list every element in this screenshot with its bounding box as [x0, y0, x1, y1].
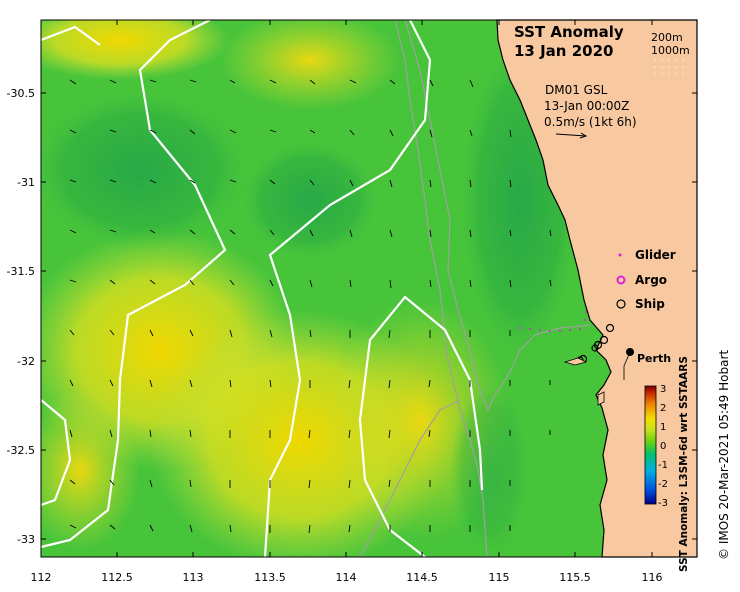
x-tick-115.5: 115.5	[559, 571, 591, 584]
depth-label-1000m: 1000m	[651, 44, 690, 57]
y-tick-minus-32: -32	[17, 355, 35, 368]
x-tick-112.5: 112.5	[101, 571, 133, 584]
x-tick-116: 116	[642, 571, 663, 584]
x-tick-114.5: 114.5	[406, 571, 438, 584]
colorbar-tick-minus-3: -3	[658, 498, 668, 509]
colorbar-tick-0: 0	[660, 441, 666, 452]
current-scale-label: 0.5m/s (1kt 6h)	[544, 115, 637, 129]
x-tick-115: 115	[489, 571, 510, 584]
colorbar-tick-minus-1: -1	[658, 460, 668, 471]
x-tick-112: 112	[31, 571, 52, 584]
legend-glider-label: Glider	[635, 248, 676, 262]
y-tick-minus-32.5: -32.5	[7, 444, 35, 457]
y-tick-minus-31: -31	[17, 176, 35, 189]
legend-argo-label: Argo	[635, 273, 667, 287]
colorbar-title: SST Anomaly: L3SM-6d wrt SSTAARS	[678, 356, 690, 572]
x-tick-113: 113	[183, 571, 204, 584]
y-tick-minus-31.5: -31.5	[7, 265, 35, 278]
depth-label-200m: 200m	[651, 31, 683, 44]
legend-ship-label: Ship	[635, 297, 665, 311]
colorbar-tick-2: 2	[660, 403, 666, 414]
colorbar-tick-1: 1	[660, 422, 666, 433]
map-date: 13 Jan 2020	[514, 42, 613, 60]
credit-text: © IMOS 20-Mar-2021 05:49 Hobart	[717, 350, 731, 560]
sst-anomaly-map: Perth SST Anomaly 13 Jan 2020 200m 1000m…	[7, 19, 731, 584]
colorbar-tick-minus-2: -2	[658, 479, 668, 490]
current-model-label: DM01 GSL	[545, 83, 608, 97]
perth-label: Perth	[637, 352, 671, 365]
y-tick-minus-33: -33	[17, 533, 35, 546]
colorbar-ramp	[644, 385, 657, 505]
current-time-label: 13-Jan 00:00Z	[544, 99, 629, 113]
x-tick-114: 114	[336, 571, 357, 584]
colorbar-tick-3: 3	[660, 384, 666, 395]
x-tick-113.5: 113.5	[254, 571, 286, 584]
map-title: SST Anomaly	[514, 23, 624, 41]
glider-legend-icon	[618, 253, 622, 257]
y-tick-minus-30.5: -30.5	[7, 87, 35, 100]
